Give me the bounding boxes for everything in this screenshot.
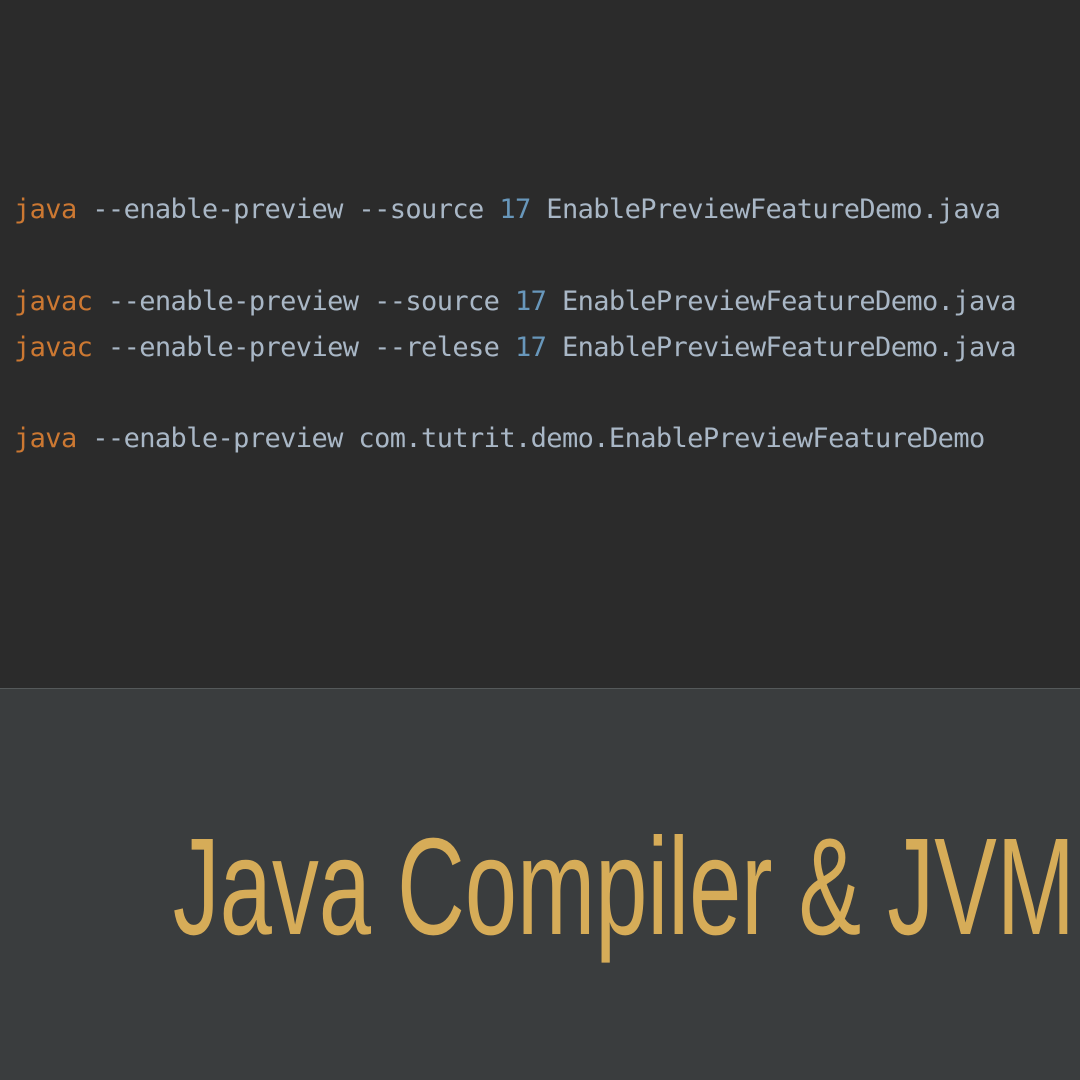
page-title: Java Compiler & JVM [172,810,1075,964]
command-token: java [14,423,77,454]
page: java --enable-preview --source 17 Enable… [0,0,1080,1080]
flags-token: --enable-preview com.tutrit.demo.EnableP… [76,423,985,454]
code-line: javac --enable-preview --relese 17 Enabl… [14,332,1017,363]
version-token: 17 [514,286,547,317]
command-token: java [14,194,77,225]
code-line: javac --enable-preview --source 17 Enabl… [14,286,1017,317]
target-token: EnablePreviewFeatureDemo.java [546,286,1017,317]
flags-token: --enable-preview --source [92,286,515,317]
version-token: 17 [514,332,547,363]
command-token: javac [14,332,93,363]
command-token: javac [14,286,93,317]
code-line: java --enable-preview com.tutrit.demo.En… [14,424,985,454]
code-editor-panel: java --enable-preview --source 17 Enable… [0,0,1080,688]
version-token: 17 [499,194,531,225]
target-token: EnablePreviewFeatureDemo.java [546,332,1017,363]
code-line: java --enable-preview --source 17 Enable… [14,194,1001,225]
flags-token: --enable-preview --relese [92,332,515,363]
flags-token: --enable-preview --source [76,194,500,225]
target-token: EnablePreviewFeatureDemo.java [530,194,1001,225]
